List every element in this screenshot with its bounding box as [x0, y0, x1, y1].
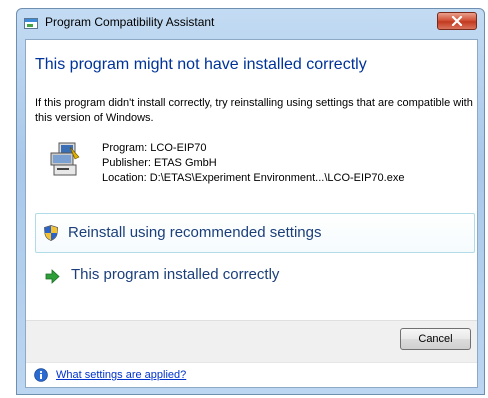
help-footer: What settings are applied? — [26, 362, 477, 387]
publisher-name: Publisher: ETAS GmbH — [102, 157, 217, 169]
dialog-content: This program might not have installed co… — [25, 39, 478, 388]
title-bar[interactable]: Program Compatibility Assistant — [17, 9, 484, 39]
program-name: Program: LCO-EIP70 — [102, 142, 207, 154]
main-instruction: This program might not have installed co… — [35, 56, 367, 73]
cancel-button[interactable]: Cancel — [400, 328, 471, 350]
reinstall-command-button[interactable]: Reinstall using recommended settings — [35, 213, 475, 253]
close-x-icon — [451, 16, 463, 26]
dialog-window: Program Compatibility Assistant This pro… — [16, 8, 485, 395]
app-window-icon — [24, 18, 38, 29]
button-footer: Cancel — [26, 320, 477, 362]
window-title: Program Compatibility Assistant — [45, 15, 215, 29]
what-settings-link[interactable]: What settings are applied? — [56, 369, 186, 381]
info-icon — [34, 368, 48, 382]
uac-shield-icon — [44, 225, 58, 241]
installed-correctly-label: This program installed correctly — [71, 266, 280, 283]
program-details: Program: LCO-EIP70 Publisher: ETAS GmbH … — [102, 141, 404, 186]
green-arrow-icon — [45, 269, 60, 284]
reinstall-command-label: Reinstall using recommended settings — [68, 224, 322, 241]
program-location: Location: D:\ETAS\Experiment Environment… — [102, 172, 405, 184]
intro-text: If this program didn't install correctly… — [35, 97, 473, 124]
close-button[interactable] — [437, 12, 477, 30]
installed-correctly-command-button[interactable]: This program installed correctly — [35, 259, 475, 295]
program-setup-icon — [50, 142, 80, 176]
